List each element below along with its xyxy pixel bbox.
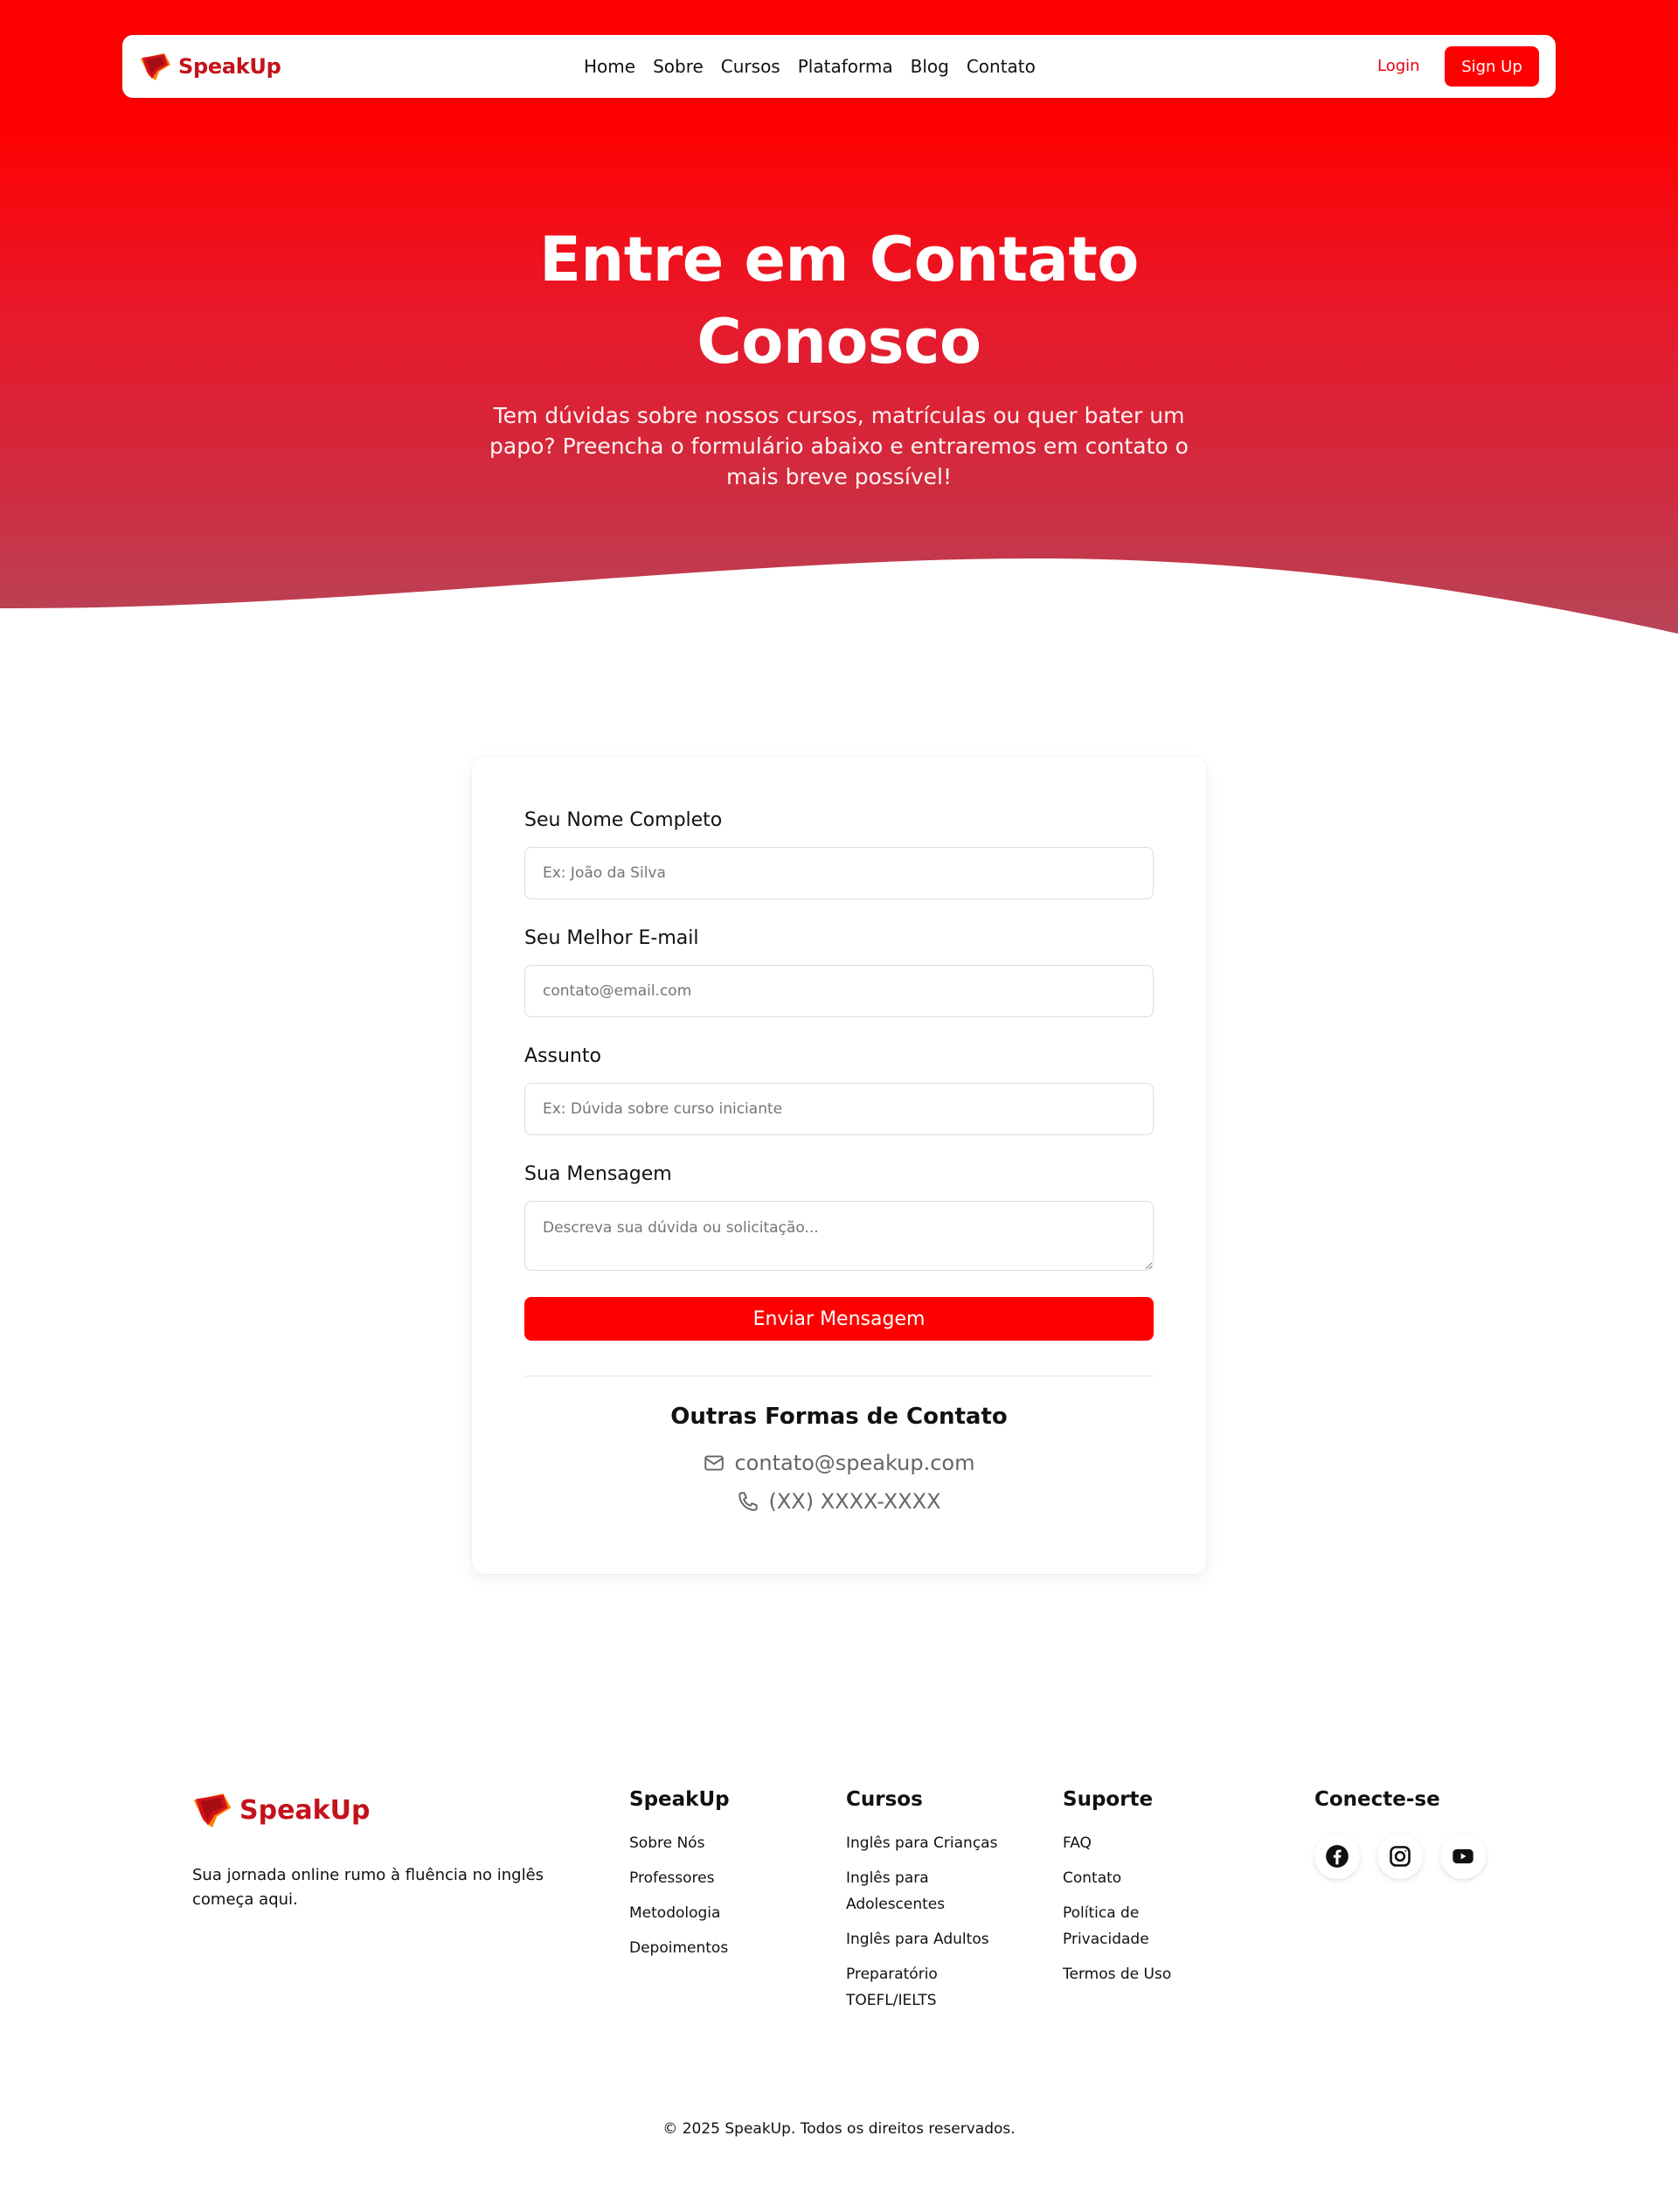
footer-link-contato[interactable]: Contato bbox=[1063, 1865, 1211, 1891]
footer-column-title: Cursos bbox=[846, 1788, 923, 1811]
footer-link-sobre-nos[interactable]: Sobre Nós bbox=[629, 1830, 822, 1856]
footer-link-metodologia[interactable]: Metodologia bbox=[629, 1900, 822, 1926]
subject-input[interactable] bbox=[524, 1083, 1154, 1135]
name-input[interactable] bbox=[524, 847, 1154, 899]
brand-logo[interactable]: SpeakUp bbox=[138, 47, 281, 86]
other-contact-title: Outras Formas de Contato bbox=[670, 1404, 1008, 1430]
footer-tagline: Sua jornada online rumo à fluência no in… bbox=[192, 1866, 544, 1909]
hero-subtitle: Tem dúvidas sobre nossos cursos, matrícu… bbox=[489, 403, 1189, 489]
footer-link-ingles-adolescentes[interactable]: Inglês para Adolescentes bbox=[846, 1865, 968, 1917]
send-message-button[interactable]: Enviar Mensagem bbox=[524, 1297, 1154, 1341]
footer-column-title: SpeakUp bbox=[629, 1788, 730, 1811]
nav-link-cursos[interactable]: Cursos bbox=[721, 56, 780, 77]
nav-links: Home Sobre Cursos Plataforma Blog Contat… bbox=[584, 35, 1036, 98]
nav-link-home[interactable]: Home bbox=[584, 56, 635, 77]
name-label: Seu Nome Completo bbox=[524, 809, 723, 831]
footer-link-privacidade[interactable]: Política de Privacidade bbox=[1063, 1900, 1176, 1952]
nav-link-blog[interactable]: Blog bbox=[911, 56, 949, 77]
copyright-text: © 2025 SpeakUp. Todos os direitos reserv… bbox=[662, 2120, 1016, 2138]
facebook-link[interactable] bbox=[1314, 1834, 1360, 1879]
footer-column-suporte: Suporte FAQ Contato Política de Privacid… bbox=[1063, 1785, 1211, 1996]
footer-column-title: Suporte bbox=[1063, 1788, 1154, 1811]
hero-wave-divider bbox=[0, 558, 1678, 647]
brand-name: SpeakUp bbox=[178, 54, 281, 79]
footer-link-ingles-adultos[interactable]: Inglês para Adultos bbox=[846, 1926, 1030, 1952]
footer-link-professores[interactable]: Professores bbox=[629, 1865, 822, 1891]
nav-link-contato[interactable]: Contato bbox=[967, 56, 1036, 77]
youtube-icon bbox=[1453, 1848, 1473, 1864]
subject-label: Assunto bbox=[524, 1045, 601, 1067]
email-input[interactable] bbox=[524, 965, 1154, 1017]
footer-column-speakup: SpeakUp Sobre Nós Professores Metodologi… bbox=[629, 1785, 822, 1970]
facebook-icon bbox=[1326, 1845, 1349, 1868]
footer-link-termos[interactable]: Termos de Uso bbox=[1063, 1961, 1211, 1987]
contact-email-line[interactable]: contato@speakup.com bbox=[472, 1451, 1206, 1475]
mail-icon bbox=[704, 1455, 725, 1471]
footer-link-faq[interactable]: FAQ bbox=[1063, 1830, 1211, 1856]
instagram-icon bbox=[1390, 1846, 1411, 1867]
contact-email[interactable]: contato@speakup.com bbox=[734, 1451, 974, 1475]
instagram-link[interactable] bbox=[1377, 1834, 1423, 1879]
footer-link-depoimentos[interactable]: Depoimentos bbox=[629, 1935, 822, 1961]
login-link[interactable]: Login bbox=[1377, 54, 1420, 79]
youtube-link[interactable] bbox=[1440, 1834, 1486, 1879]
signup-button[interactable]: Sign Up bbox=[1445, 46, 1539, 87]
message-textarea[interactable] bbox=[524, 1201, 1154, 1271]
nav-link-sobre[interactable]: Sobre bbox=[653, 56, 704, 77]
nav-link-plataforma[interactable]: Plataforma bbox=[798, 56, 893, 77]
footer-link-preparatorio[interactable]: Preparatório TOEFL/IELTS bbox=[846, 1961, 968, 2014]
footer-brand-name: SpeakUp bbox=[239, 1794, 371, 1826]
contact-form-card: Seu Nome Completo Seu Melhor E-mail Assu… bbox=[472, 757, 1206, 1574]
page-title: Entre em Contato Conosco bbox=[539, 224, 1139, 378]
speakup-logo-icon bbox=[193, 1793, 232, 1827]
phone-icon bbox=[738, 1492, 759, 1511]
speakup-logo-icon bbox=[141, 53, 170, 80]
contact-phone[interactable]: (XX) XXXX-XXXX bbox=[768, 1489, 940, 1514]
footer-column-cursos: Cursos Inglês para Crianças Inglês para … bbox=[846, 1785, 1030, 2022]
footer-connect-title: Conecte-se bbox=[1314, 1788, 1440, 1811]
footer-brand-logo[interactable]: SpeakUp bbox=[191, 1788, 370, 1832]
navbar: SpeakUp Home Sobre Cursos Plataforma Blo… bbox=[122, 35, 1556, 98]
contact-phone-line[interactable]: (XX) XXXX-XXXX bbox=[472, 1489, 1206, 1514]
email-label: Seu Melhor E-mail bbox=[524, 927, 699, 949]
footer-link-ingles-criancas[interactable]: Inglês para Crianças bbox=[846, 1830, 1030, 1856]
message-label: Sua Mensagem bbox=[524, 1163, 672, 1185]
footer-column-connect: Conecte-se bbox=[1314, 1785, 1507, 1814]
